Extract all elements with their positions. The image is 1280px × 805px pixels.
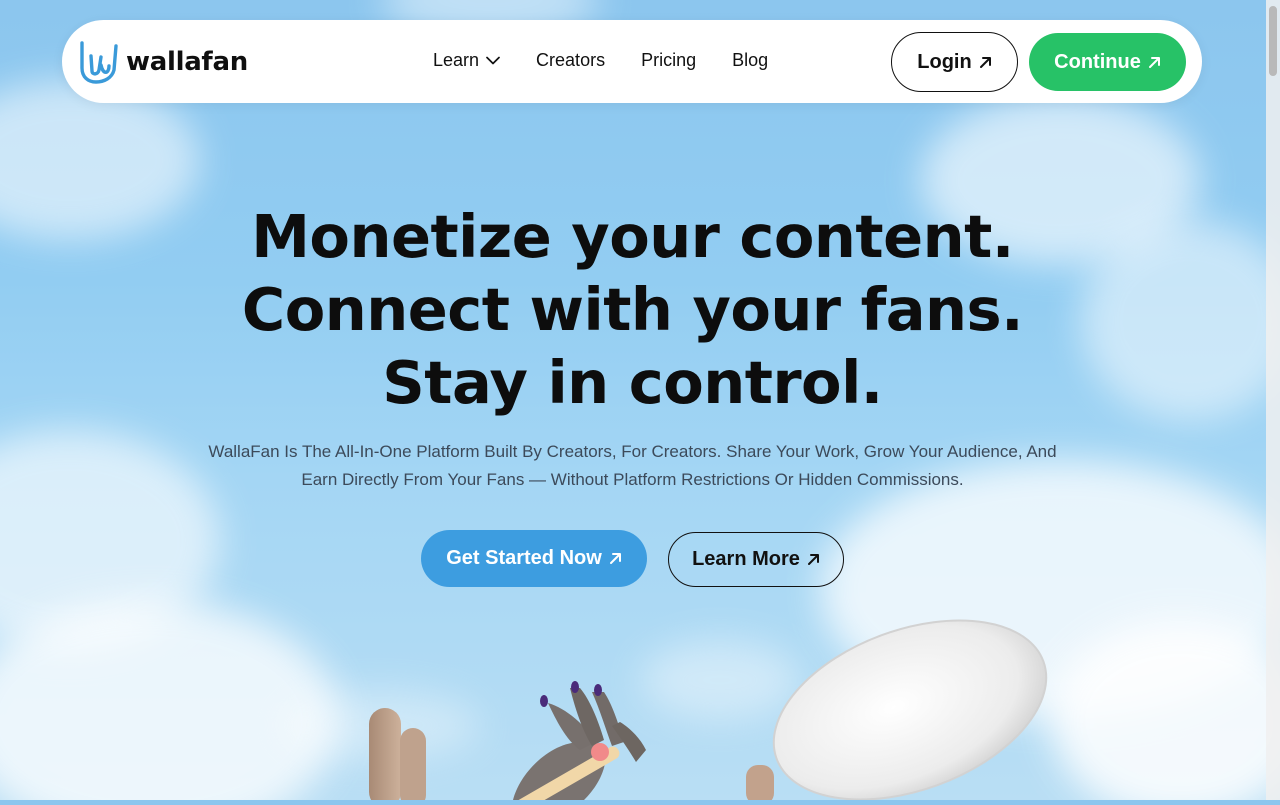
nav-pricing-label: Pricing bbox=[641, 50, 697, 70]
brand-logo-link[interactable]: wallafan bbox=[78, 40, 248, 84]
arrow-up-right-icon bbox=[609, 553, 621, 564]
brand-name: wallafan bbox=[126, 47, 248, 77]
nav-blog-label: Blog bbox=[732, 50, 769, 70]
get-started-label: Get Started Now bbox=[446, 547, 602, 569]
hero-subtitle: WallaFan Is The All-In-One Platform Buil… bbox=[208, 442, 1057, 489]
continue-button-label: Continue bbox=[1054, 50, 1141, 73]
arrow-up-right-icon bbox=[807, 554, 819, 565]
get-started-button[interactable]: Get Started Now bbox=[421, 530, 647, 587]
hero-headline: Monetize your content. Connect with your… bbox=[0, 200, 1265, 419]
scrollbar-thumb[interactable] bbox=[1269, 6, 1277, 76]
nav-creators-label: Creators bbox=[536, 50, 606, 70]
chevron-down-icon bbox=[486, 56, 500, 65]
headline-line-2: Connect with your fans. bbox=[241, 275, 1024, 344]
continue-button[interactable]: Continue bbox=[1029, 33, 1186, 91]
page-scrollbar[interactable] bbox=[1266, 0, 1280, 800]
nav-creators[interactable]: Creators bbox=[536, 50, 605, 71]
main-nav: Learn Creators Pricing Blog bbox=[433, 50, 804, 71]
rock-hand-icon bbox=[80, 41, 118, 84]
arrow-up-right-icon bbox=[979, 56, 991, 68]
learn-more-button[interactable]: Learn More bbox=[668, 532, 844, 587]
headline-line-1: Monetize your content. bbox=[251, 202, 1014, 271]
login-button-label: Login bbox=[917, 50, 972, 73]
hands-and-megaphone-illustration bbox=[369, 619, 1048, 805]
hero-illustration bbox=[0, 600, 1265, 805]
arrow-up-right-icon bbox=[1148, 56, 1160, 68]
learn-more-label: Learn More bbox=[692, 548, 800, 570]
headline-line-3: Stay in control. bbox=[382, 348, 883, 417]
top-navbar: wallafan Learn Creators Pricing Blog Log… bbox=[62, 20, 1202, 103]
nav-learn[interactable]: Learn bbox=[433, 50, 500, 71]
nav-learn-label: Learn bbox=[433, 50, 480, 70]
nav-pricing[interactable]: Pricing bbox=[641, 50, 696, 71]
login-button[interactable]: Login bbox=[891, 32, 1018, 92]
nav-blog[interactable]: Blog bbox=[732, 50, 768, 71]
